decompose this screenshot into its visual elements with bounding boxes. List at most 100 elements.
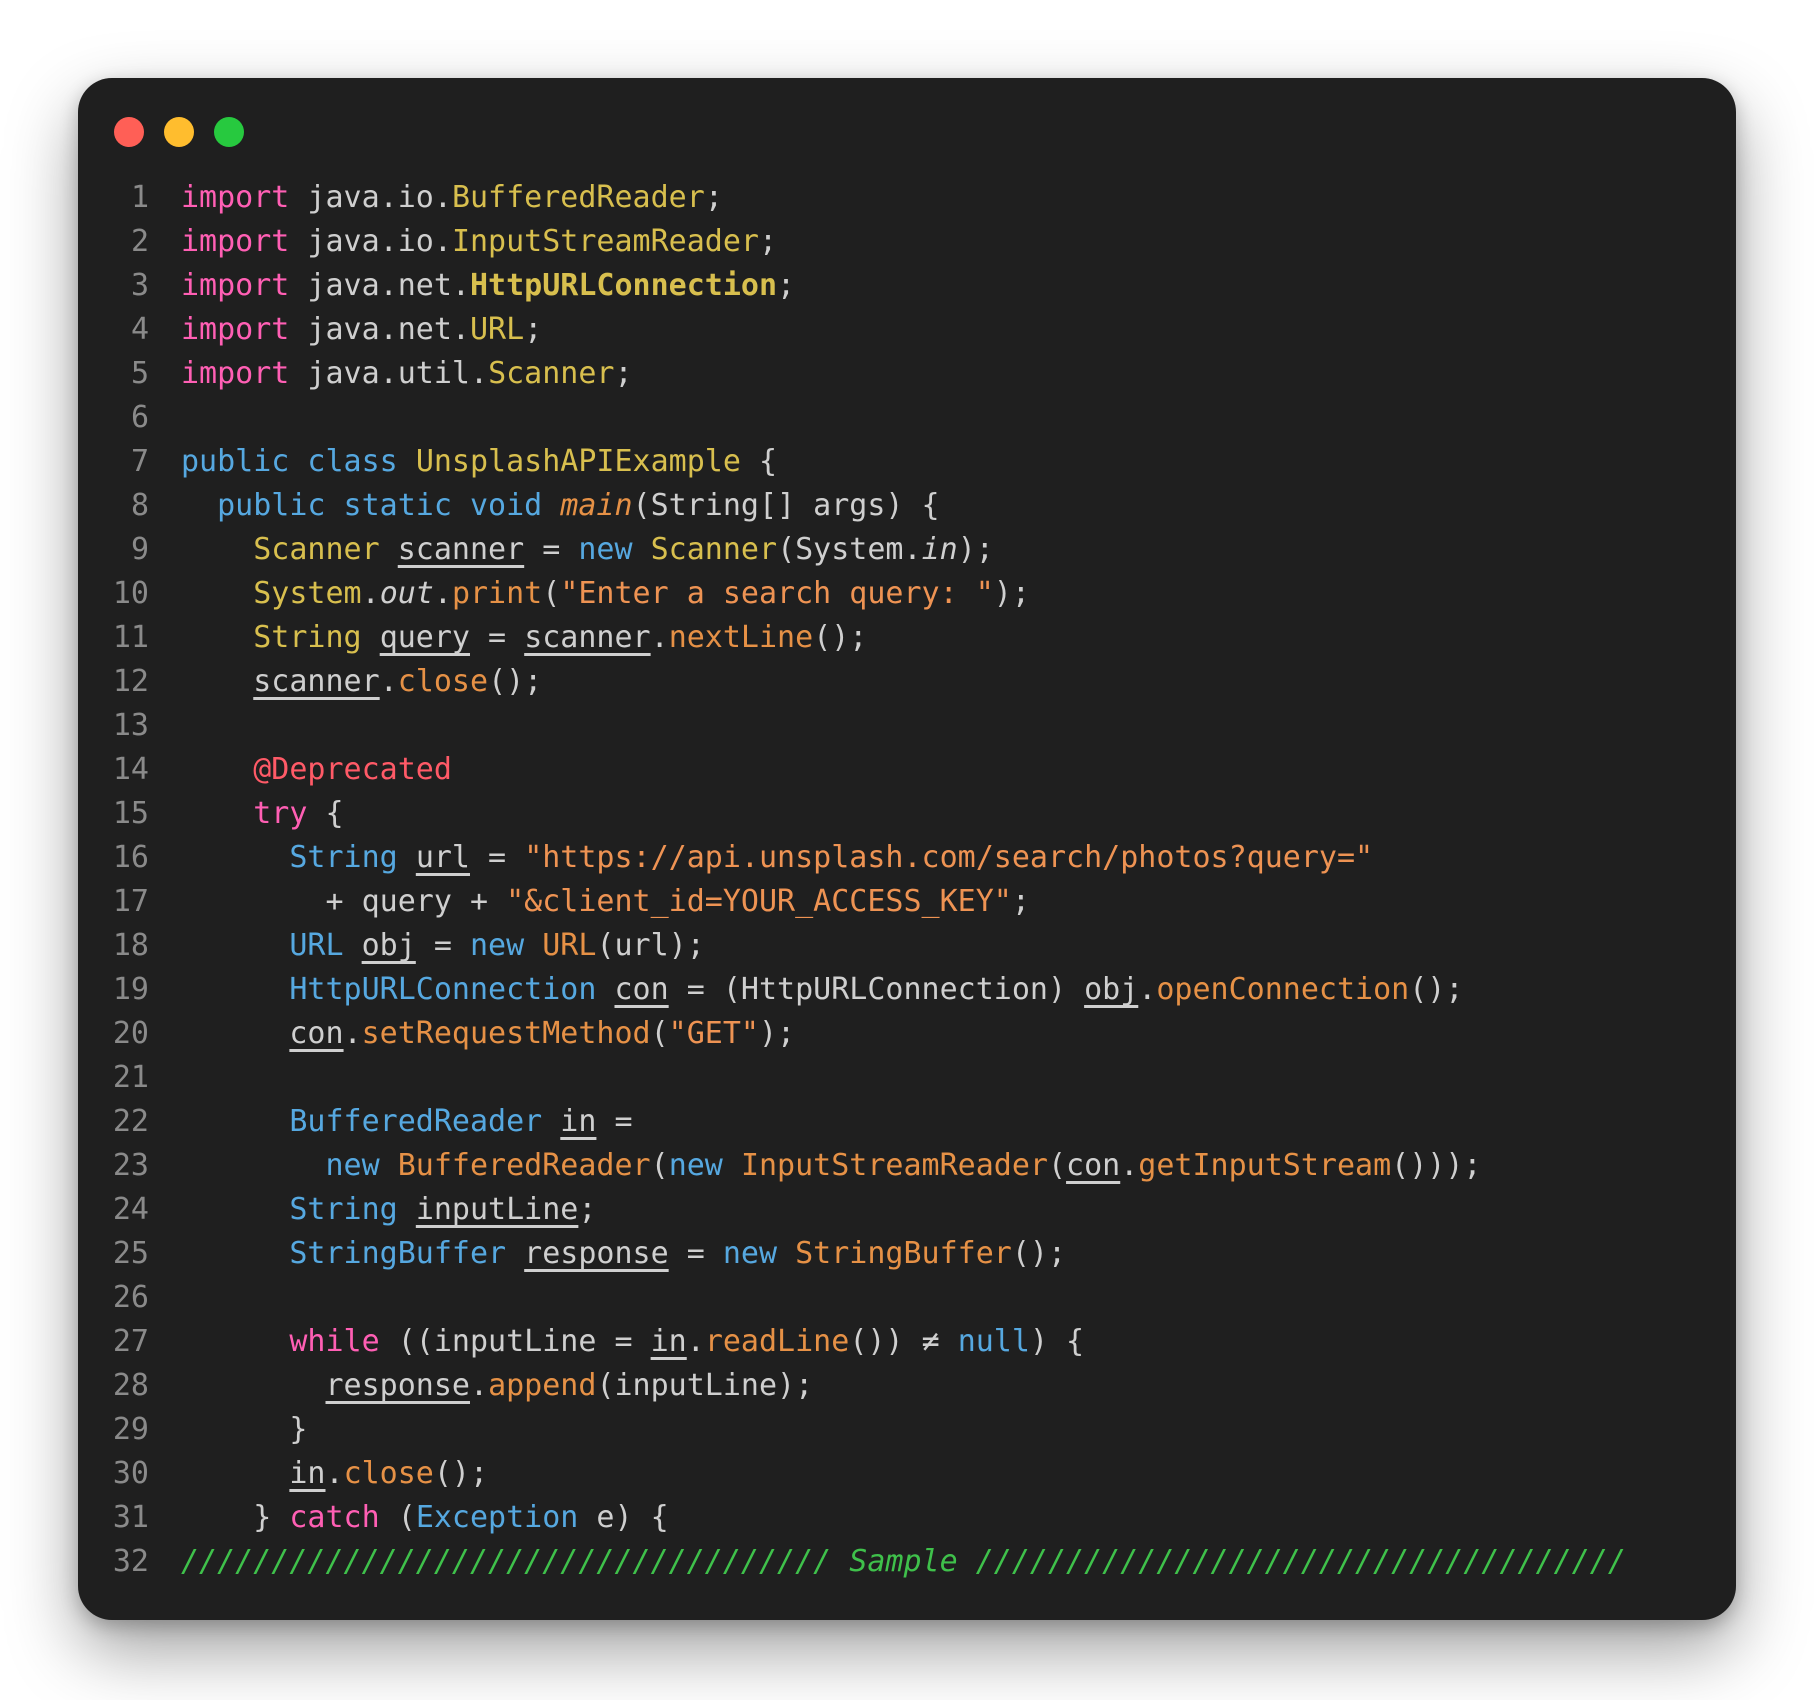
code-token: . bbox=[1138, 972, 1157, 1007]
code-token: ( bbox=[542, 576, 561, 611]
line-content: Scanner scanner = new Scanner(System.in)… bbox=[181, 528, 994, 572]
zoom-button[interactable] bbox=[214, 117, 244, 147]
line-number: 14 bbox=[112, 752, 149, 787]
code-token: java.io. bbox=[289, 224, 452, 259]
code-token: ( bbox=[650, 1148, 669, 1183]
code-token: java.util. bbox=[289, 356, 489, 391]
code-token: "&client_id=YOUR_ACCESS_KEY" bbox=[506, 884, 1012, 919]
code-token: (inputLine); bbox=[596, 1368, 814, 1403]
line-content: BufferedReader in = bbox=[181, 1100, 632, 1144]
code-token: = (HttpURLConnection) bbox=[668, 972, 1085, 1007]
line-number: 29 bbox=[112, 1412, 149, 1447]
code-token: . bbox=[433, 576, 452, 611]
code-token: openConnection bbox=[1156, 972, 1410, 1007]
line-number: 28 bbox=[112, 1368, 149, 1403]
code-token: ; bbox=[777, 268, 796, 303]
code-token: BufferedReader bbox=[451, 180, 705, 215]
code-token: //////////////////////////////////// Sam… bbox=[181, 1544, 1626, 1579]
code-token: ) { bbox=[1029, 1324, 1085, 1359]
code-token: Exception bbox=[415, 1500, 579, 1535]
code-line: 22 BufferedReader in = bbox=[78, 1100, 1736, 1144]
code-token: query bbox=[379, 620, 470, 655]
code-token: in bbox=[650, 1324, 687, 1359]
code-token: (String[] args) { bbox=[632, 488, 940, 523]
code-token: (); bbox=[488, 664, 543, 699]
code-token: close bbox=[397, 664, 489, 699]
code-token: Scanner bbox=[488, 356, 615, 391]
code-token: import bbox=[181, 180, 290, 215]
code-token: ; bbox=[1011, 884, 1030, 919]
code-token: . bbox=[686, 1324, 705, 1359]
code-line: 28 response.append(inputLine); bbox=[78, 1364, 1736, 1408]
line-number: 20 bbox=[112, 1016, 149, 1051]
code-token: in bbox=[921, 532, 958, 567]
code-token: { bbox=[740, 444, 778, 479]
line-content: response.append(inputLine); bbox=[181, 1364, 814, 1408]
code-token: ); bbox=[758, 1016, 796, 1051]
line-content: String query = scanner.nextLine(); bbox=[181, 616, 867, 660]
window-controls bbox=[114, 117, 244, 147]
code-token: BufferedReader bbox=[181, 1104, 561, 1139]
code-line: 10 System.out.print("Enter a search quer… bbox=[78, 572, 1736, 616]
line-number: 3 bbox=[130, 268, 149, 303]
code-token: con bbox=[614, 972, 669, 1007]
line-number: 5 bbox=[130, 356, 149, 391]
line-content: } catch (Exception e) { bbox=[181, 1496, 668, 1540]
code-token: obj bbox=[361, 928, 416, 963]
code-token: "GET" bbox=[668, 1016, 759, 1051]
code-line: 29 } bbox=[78, 1408, 1736, 1452]
close-button[interactable] bbox=[114, 117, 144, 147]
line-number: 7 bbox=[130, 444, 149, 479]
line-number: 12 bbox=[112, 664, 149, 699]
code-token: main bbox=[560, 488, 633, 523]
line-number: 18 bbox=[112, 928, 149, 963]
line-number: 30 bbox=[112, 1456, 149, 1491]
code-line: 20 con.setRequestMethod("GET"); bbox=[78, 1012, 1736, 1056]
code-token: = bbox=[524, 532, 579, 567]
line-content: String url = "https://api.unsplash.com/s… bbox=[181, 836, 1373, 880]
line-content: import java.io.BufferedReader; bbox=[181, 176, 723, 220]
code-token: con bbox=[289, 1016, 344, 1051]
code-token: . bbox=[379, 664, 398, 699]
line-content: } bbox=[181, 1408, 307, 1452]
code-token: } bbox=[181, 1412, 308, 1447]
line-content: new BufferedReader(new InputStreamReader… bbox=[181, 1144, 1481, 1188]
code-line: 31 } catch (Exception e) { bbox=[78, 1496, 1736, 1540]
line-content: import java.io.InputStreamReader; bbox=[181, 220, 777, 264]
line-content: StringBuffer response = new StringBuffer… bbox=[181, 1232, 1066, 1276]
code-token: . bbox=[650, 620, 669, 655]
code-token: getInputStream bbox=[1138, 1148, 1392, 1183]
code-line: 18 URL obj = new URL(url); bbox=[78, 924, 1736, 968]
minimize-button[interactable] bbox=[164, 117, 194, 147]
line-content: public class UnsplashAPIExample { bbox=[181, 440, 777, 484]
code-token: ; bbox=[758, 224, 778, 259]
code-line: 23 new BufferedReader(new InputStreamRea… bbox=[78, 1144, 1736, 1188]
code-token: new bbox=[722, 1236, 796, 1271]
line-content: import java.net.HttpURLConnection; bbox=[181, 264, 795, 308]
line-number: 10 bbox=[112, 576, 149, 611]
line-number: 31 bbox=[112, 1500, 149, 1535]
code-editor[interactable]: 1 import java.io.BufferedReader; 2 import j… bbox=[78, 176, 1736, 1584]
code-token: String bbox=[181, 620, 380, 655]
line-number: 4 bbox=[130, 312, 149, 347]
line-number: 17 bbox=[112, 884, 149, 919]
code-token: (); bbox=[813, 620, 868, 655]
code-line: 1 import java.io.BufferedReader; bbox=[78, 176, 1736, 220]
code-token: ()) ≠ bbox=[849, 1324, 958, 1359]
line-number: 13 bbox=[112, 708, 149, 743]
code-token: . bbox=[343, 1016, 362, 1051]
line-content: while ((inputLine = in.readLine()) ≠ nul… bbox=[181, 1320, 1084, 1364]
code-token: new bbox=[470, 928, 543, 963]
code-token: java.net. bbox=[289, 268, 470, 303]
code-token: Scanner bbox=[181, 532, 398, 567]
line-content: public static void main(String[] args) { bbox=[181, 484, 940, 528]
code-token: inputLine bbox=[415, 1192, 579, 1227]
code-token: . bbox=[470, 1368, 489, 1403]
code-line: 8 public static void main(String[] args)… bbox=[78, 484, 1736, 528]
code-line: 2 import java.io.InputStreamReader; bbox=[78, 220, 1736, 264]
code-token: import bbox=[181, 312, 290, 347]
code-token: scanner bbox=[253, 664, 380, 699]
line-content: URL obj = new URL(url); bbox=[181, 924, 704, 968]
code-token: BufferedReader bbox=[397, 1148, 651, 1183]
